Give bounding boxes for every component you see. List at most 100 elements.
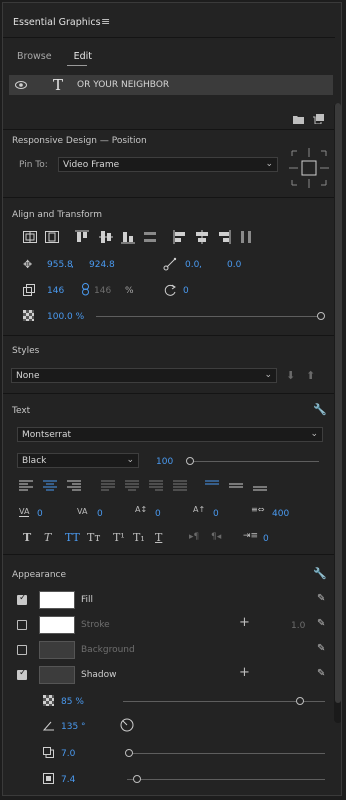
shadow-size-slider-knob[interactable]	[133, 775, 141, 783]
superscript-icon[interactable]: T¹	[113, 531, 125, 544]
distribute-vertical-icon[interactable]	[143, 230, 157, 244]
shadow-distance-value[interactable]: 7.0	[61, 749, 75, 759]
kerning-icon: VA	[19, 507, 30, 517]
add-stroke-icon[interactable]: +	[239, 615, 250, 630]
justify-last-right-icon[interactable]	[149, 480, 163, 491]
layer-row[interactable]: T OR YOUR NEIGHBOR	[9, 75, 333, 95]
ltr-text-direction-icon[interactable]: ▸¶	[189, 532, 199, 542]
text-section-title: Text	[12, 406, 31, 416]
pin-edges-widget[interactable]	[289, 148, 329, 188]
stroke-checkbox[interactable]	[17, 620, 27, 630]
background-color-swatch[interactable]	[39, 641, 75, 659]
rtl-text-direction-icon[interactable]: ¶◂	[211, 532, 221, 542]
faux-italic-icon[interactable]: T	[44, 531, 51, 544]
background-checkbox[interactable]	[17, 645, 27, 655]
justify-all-icon[interactable]	[173, 480, 187, 491]
justify-last-left-icon[interactable]	[101, 480, 115, 491]
new-layer-icon[interactable]	[313, 114, 324, 124]
fill-checkbox[interactable]	[17, 593, 27, 605]
subscript-icon[interactable]: T₁	[133, 531, 145, 544]
background-label: Background	[81, 645, 135, 655]
position-y-value[interactable]: 924.8	[89, 260, 115, 270]
opacity-slider-knob[interactable]	[317, 312, 325, 320]
small-caps-icon[interactable]: Tт	[87, 531, 100, 544]
shadow-distance-slider-knob[interactable]	[125, 749, 133, 757]
angle-dial[interactable]	[120, 718, 134, 732]
shadow-color-swatch[interactable]	[39, 666, 75, 684]
font-size-slider-knob[interactable]	[186, 457, 194, 465]
font-size-slider-track[interactable]	[189, 461, 319, 462]
eyedropper-icon[interactable]: ✎	[317, 643, 325, 654]
add-shadow-icon[interactable]: +	[239, 665, 250, 680]
pin-to-select[interactable]: Video Frame ⌄	[58, 157, 278, 172]
align-vertical-center-icon[interactable]	[23, 231, 37, 243]
tsume-value[interactable]: 400	[272, 509, 289, 519]
underline-icon[interactable]: T	[155, 531, 162, 544]
kerning-value[interactable]: 0	[37, 509, 43, 519]
distribute-horizontal-icon[interactable]	[239, 230, 253, 244]
opacity-slider-track[interactable]	[96, 316, 320, 317]
faux-bold-icon[interactable]: T	[23, 531, 31, 544]
stroke-color-swatch[interactable]	[39, 616, 75, 634]
shadow-checkbox[interactable]	[17, 668, 27, 680]
push-style-down-icon[interactable]: ⬇	[286, 369, 295, 382]
align-text-center-icon[interactable]	[43, 480, 57, 491]
eye-icon[interactable]	[15, 80, 27, 90]
pin-to-label: Pin To:	[19, 160, 48, 170]
eyedropper-icon[interactable]: ✎	[317, 593, 325, 604]
shadow-angle-value[interactable]: 135 °	[61, 722, 86, 732]
shadow-distance-slider-track[interactable]	[127, 753, 325, 754]
align-horizontal-center-icon[interactable]	[45, 231, 59, 243]
scale-height-value: 146	[94, 286, 112, 296]
align-left-icon[interactable]	[173, 230, 187, 244]
shadow-opacity-icon	[43, 695, 54, 706]
folder-icon[interactable]	[293, 115, 304, 124]
align-text-left-icon[interactable]	[19, 480, 33, 491]
align-middle-icon[interactable]	[99, 230, 113, 244]
tracking-value[interactable]: 0	[97, 509, 103, 519]
shadow-size-slider-track[interactable]	[127, 779, 325, 780]
vertical-align-center-icon[interactable]	[229, 480, 243, 491]
font-family-select[interactable]: Montserrat ⌄	[17, 427, 323, 442]
shadow-opacity-value[interactable]: 85 %	[61, 697, 84, 707]
panel-menu-icon[interactable]: ≡	[101, 15, 110, 28]
align-bottom-icon[interactable]	[121, 230, 135, 244]
shadow-opacity-slider-knob[interactable]	[296, 697, 304, 705]
align-top-icon[interactable]	[75, 230, 89, 244]
baseline-shift-value[interactable]: 0	[213, 509, 219, 519]
stroke-width-value[interactable]: 1.0	[291, 621, 305, 631]
shadow-size-value[interactable]: 7.4	[61, 775, 75, 785]
font-weight-select[interactable]: Black ⌄	[17, 453, 139, 468]
vertical-align-top-icon[interactable]	[205, 480, 219, 491]
styles-select[interactable]: None ⌄	[11, 368, 277, 383]
anchor-x-value[interactable]: 0.0	[185, 260, 199, 270]
align-center-icon[interactable]	[195, 230, 209, 244]
vertical-align-bottom-icon[interactable]	[253, 480, 267, 491]
rotation-value[interactable]: 0	[183, 286, 189, 296]
opacity-value[interactable]: 100.0 %	[47, 312, 84, 322]
anchor-y-value[interactable]: 0.0	[227, 260, 241, 270]
shadow-opacity-slider-track[interactable]	[123, 701, 325, 702]
fill-color-swatch[interactable]	[39, 591, 75, 609]
leading-value[interactable]: 0	[155, 509, 161, 519]
scrollbar-thumb[interactable]	[335, 103, 341, 703]
stroke-label: Stroke	[81, 620, 110, 630]
wrench-icon[interactable]: 🔧	[313, 567, 327, 580]
font-size-value[interactable]: 100	[156, 457, 173, 467]
tab-width-value[interactable]: 0	[263, 534, 269, 544]
header-divider	[3, 37, 335, 38]
eyedropper-icon[interactable]: ✎	[317, 618, 325, 629]
push-style-up-icon[interactable]: ⬆	[306, 369, 315, 382]
tab-edit[interactable]: Edit	[74, 51, 92, 62]
align-text-right-icon[interactable]	[67, 480, 81, 491]
wrench-icon[interactable]: 🔧	[313, 403, 327, 416]
justify-last-center-icon[interactable]	[125, 480, 139, 491]
eyedropper-icon[interactable]: ✎	[317, 668, 325, 679]
baseline-shift-icon: A↑	[193, 505, 206, 514]
align-right-icon[interactable]	[217, 230, 231, 244]
all-caps-icon[interactable]: TT	[65, 531, 80, 544]
link-icon[interactable]	[82, 283, 89, 296]
scale-width-value[interactable]: 146	[47, 286, 64, 296]
position-x-value[interactable]: 955.8	[47, 260, 73, 270]
tab-browse[interactable]: Browse	[17, 51, 52, 62]
